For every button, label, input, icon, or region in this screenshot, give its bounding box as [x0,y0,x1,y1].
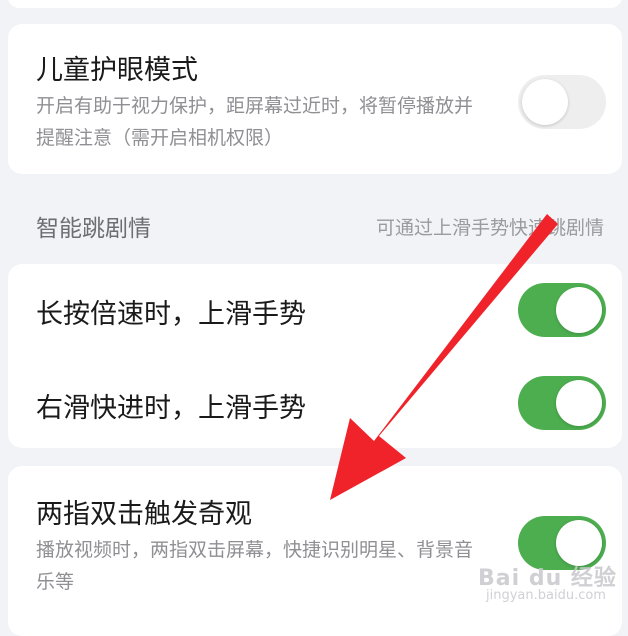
baidu-watermark: Bai du 经验 jingyan.baidu.com [478,560,618,610]
red-arrow-annotation [330,214,558,500]
arrow-shape [330,214,558,500]
watermark-url: jingyan.baidu.com [486,588,606,603]
